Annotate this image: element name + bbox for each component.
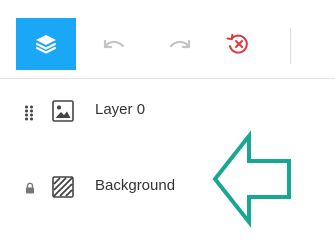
undo-button[interactable] [98,30,130,58]
image-icon [52,100,74,122]
lock-icon [26,182,34,194]
drag-handle-icon[interactable] [24,105,34,121]
clear-history-button[interactable] [222,30,254,58]
background-icon [52,176,74,198]
layer-item-background[interactable]: Background [0,172,230,204]
redo-button[interactable] [164,30,196,58]
clear-history-icon [226,33,248,54]
layer-name: Background [95,177,176,194]
toolbar-divider [290,28,291,64]
layer-name: Layer 0 [95,101,146,118]
redo-icon [169,39,191,49]
layer-item-layer-0[interactable]: Layer 0 [0,96,230,128]
toolbar [0,0,335,79]
layers-button[interactable] [16,18,76,70]
undo-icon [103,39,125,49]
arrow-left-icon [212,130,291,228]
layers-icon [35,35,57,54]
